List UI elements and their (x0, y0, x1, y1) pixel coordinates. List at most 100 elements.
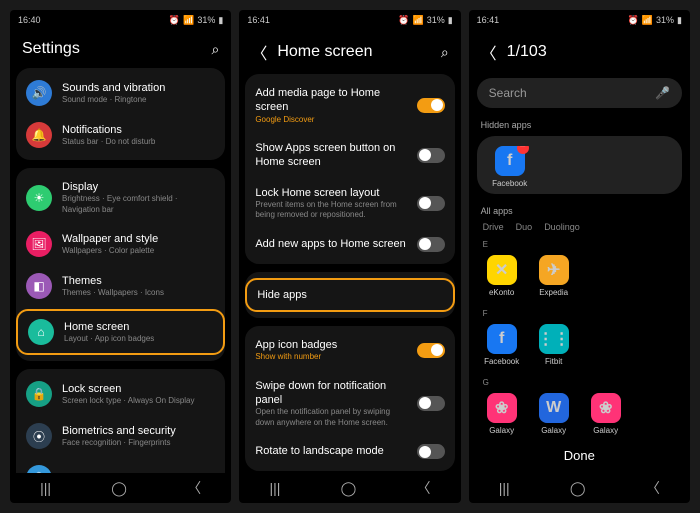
app-facebook[interactable]: fFacebook (477, 324, 527, 366)
item-title: Home screen (64, 320, 213, 334)
option-show-apps-screen-button-on-home-screen[interactable]: Show Apps screen button on Home screen (245, 133, 454, 178)
settings-item-privacy[interactable]: 🛡Privacy (16, 457, 225, 473)
battery-text: 31% (427, 15, 445, 25)
app-icon: f (487, 324, 517, 354)
clock: 16:40 (18, 15, 41, 25)
settings-screen: 16:40 ⏰ 📶 31% ▮ Settings ⌕ 🔊Sounds and v… (10, 10, 231, 503)
toggle[interactable] (417, 237, 445, 252)
recents-button[interactable]: ||| (499, 480, 510, 496)
recents-button[interactable]: ||| (269, 480, 280, 496)
category-letter: G (469, 376, 690, 389)
status-bar: 16:41 ⏰ 📶 31% ▮ (239, 10, 460, 30)
battery-icon: ▮ (448, 15, 453, 26)
hidden-app-facebook[interactable]: f− Facebook (485, 146, 535, 188)
toggle[interactable] (417, 196, 445, 211)
app-label: Facebook (485, 179, 535, 188)
app-icon: ⋮⋮ (539, 324, 569, 354)
settings-item-display[interactable]: ☀DisplayBrightness · Eye comfort shield … (16, 172, 225, 223)
settings-item-home-screen[interactable]: ⌂Home screenLayout · App icon badges (16, 309, 225, 355)
option-title: Lock Home screen layout (255, 186, 406, 200)
option-rotate-to-landscape-mode[interactable]: Rotate to landscape mode (245, 436, 454, 467)
mic-icon[interactable]: 🎤 (655, 86, 670, 100)
all-apps-label: All apps (469, 202, 690, 220)
battery-icon: ▮ (677, 15, 682, 26)
toggle[interactable] (417, 98, 445, 113)
option-lock-home-screen-layout[interactable]: Lock Home screen layoutPrevent items on … (245, 178, 454, 229)
app-label: Galaxy (529, 426, 579, 435)
done-button[interactable]: Done (469, 438, 690, 473)
app-galaxy[interactable]: WGalaxy (529, 393, 579, 435)
battery-icon: ▮ (218, 15, 223, 26)
hidden-apps-row: f− Facebook (477, 136, 682, 194)
search-icon[interactable]: ⌕ (441, 44, 449, 61)
item-subtitle: Screen lock type · Always On Display (62, 396, 215, 406)
settings-item-wallpaper-and-style[interactable]: 🖼 Wallpaper and styleWallpapers · Color p… (16, 223, 225, 265)
home-button[interactable]: ◯ (341, 480, 357, 497)
settings-item-notifications[interactable]: 🔔NotificationsStatus bar · Do not distur… (16, 114, 225, 156)
settings-item-lock-screen[interactable]: 🔒Lock screenScreen lock type · Always On… (16, 373, 225, 415)
back-button[interactable]: 〈 (187, 478, 201, 498)
item-subtitle: Brightness · Eye comfort shield · Naviga… (62, 194, 215, 215)
app-galaxy[interactable]: ❀Galaxy (581, 393, 631, 435)
back-button[interactable]: 〈 (417, 478, 431, 498)
option-title: App icon badges (255, 338, 406, 352)
settings-item-themes[interactable]: ◧ThemesThemes · Wallpapers · Icons (16, 265, 225, 307)
search-icon[interactable]: ⌕ (211, 41, 219, 58)
item-subtitle: Sound mode · Ringtone (62, 95, 215, 105)
option-swipe-down-for-notification-panel[interactable]: Swipe down for notification panelOpen th… (245, 371, 454, 436)
app-icon: f− (495, 146, 525, 176)
item-title: Wallpaper and style (62, 232, 215, 246)
back-icon[interactable]: 〈 (481, 40, 497, 64)
settings-item-sounds-and-vibration[interactable]: 🔊Sounds and vibrationSound mode · Ringto… (16, 72, 225, 114)
back-icon[interactable]: 〈 (251, 40, 267, 64)
alarm-icon: ⏰ (628, 15, 639, 26)
option-add-media-page-to-home-screen[interactable]: Add media page to Home screenGoogle Disc… (245, 78, 454, 133)
page-title: Settings (22, 40, 201, 58)
home-button[interactable]: ◯ (570, 480, 586, 497)
item-title: Notifications (62, 123, 215, 137)
counter: 1/103 (507, 43, 678, 61)
alpha-crumbs: DriveDuoDuolingo (469, 220, 690, 238)
category-letter: E (469, 238, 690, 251)
status-bar: 16:41 ⏰ 📶 31% ▮ (469, 10, 690, 30)
app-galaxy[interactable]: ❀Galaxy (477, 393, 527, 435)
category-letter: F (469, 307, 690, 320)
search-input[interactable]: Search 🎤 (477, 78, 682, 108)
app-icon: ❀ (487, 393, 517, 423)
back-button[interactable]: 〈 (646, 478, 660, 498)
option-subtitle: Prevent items on the Home screen from be… (255, 200, 406, 221)
crumb: Duolingo (544, 222, 580, 232)
settings-item-biometrics-and-security[interactable]: ⦿Biometrics and securityFace recognition… (16, 415, 225, 457)
item-subtitle: Wallpapers · Color palette (62, 246, 215, 256)
search-placeholder: Search (489, 86, 655, 100)
option-subtitle: Open the notification panel by swiping d… (255, 407, 406, 428)
toggle[interactable] (417, 444, 445, 459)
option-app-icon-badges[interactable]: App icon badgesShow with number (245, 330, 454, 371)
option-subtitle: Google Discover (255, 115, 406, 125)
options-list: Add media page to Home screenGoogle Disc… (239, 74, 460, 473)
app-label: eKonto (477, 288, 527, 297)
option-title: Swipe down for notification panel (255, 379, 406, 408)
item-title: Lock screen (62, 382, 215, 396)
header: 〈 1/103 (469, 30, 690, 74)
app-ekonto[interactable]: ✕eKonto (477, 255, 527, 297)
nav-bar: ||| ◯ 〈 (239, 473, 460, 503)
option-add-new-apps-to-home-screen[interactable]: Add new apps to Home screen (245, 229, 454, 260)
recents-button[interactable]: ||| (40, 480, 51, 496)
clock: 16:41 (247, 15, 270, 25)
home-button[interactable]: ◯ (111, 480, 127, 497)
hidden-apps-label: Hidden apps (469, 116, 690, 134)
toggle[interactable] (417, 396, 445, 411)
remove-badge-icon[interactable]: − (517, 146, 529, 154)
option-hide-apps[interactable]: Hide apps (245, 278, 454, 312)
item-icon: 🖼 (26, 231, 52, 257)
item-title: Themes (62, 274, 215, 288)
nav-bar: ||| ◯ 〈 (469, 473, 690, 503)
wifi-icon: 📶 (183, 15, 194, 26)
toggle[interactable] (417, 148, 445, 163)
item-icon: ◧ (26, 273, 52, 299)
app-expedia[interactable]: ✈Expedia (529, 255, 579, 297)
toggle[interactable] (417, 343, 445, 358)
app-fitbit[interactable]: ⋮⋮Fitbit (529, 324, 579, 366)
battery-text: 31% (197, 15, 215, 25)
